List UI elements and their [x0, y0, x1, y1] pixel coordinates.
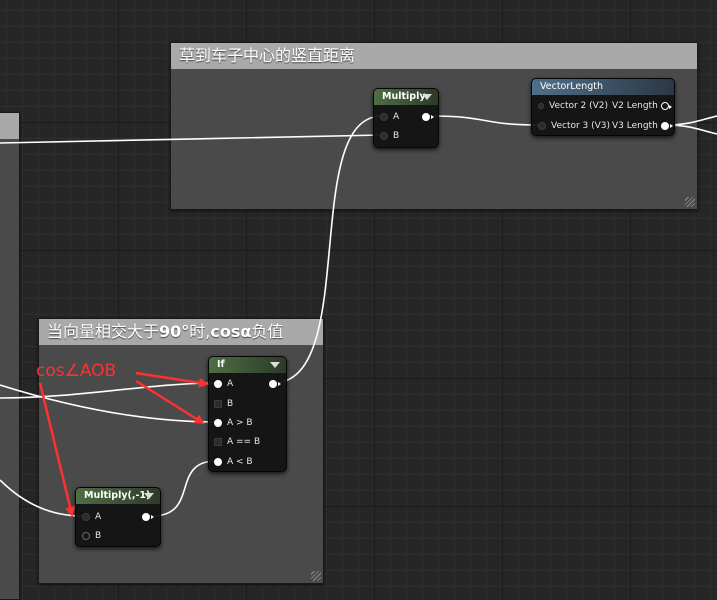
arrow-to-if-agtb: [135, 379, 205, 425]
arrow-to-multiply-neg-a: [38, 382, 75, 517]
annotation-arrows: [38, 371, 209, 517]
arrow-to-if-a: [135, 371, 209, 388]
